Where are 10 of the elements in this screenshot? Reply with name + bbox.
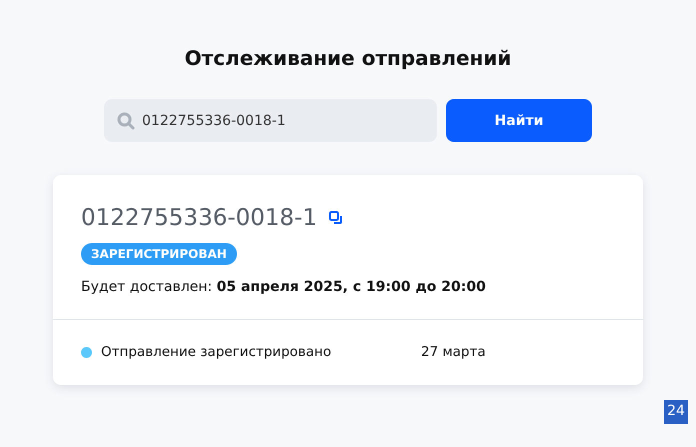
- page-title: Отслеживание отправлений: [184, 45, 512, 72]
- event-date: 27 марта: [421, 344, 486, 360]
- widget-badge[interactable]: 24: [664, 400, 688, 424]
- delivery-text: Будет доставлен: 05 апреля 2025, с 19:00 до 20:00: [81, 279, 486, 295]
- tracking-number: 0122755336-0018-1: [81, 205, 318, 231]
- copy-icon[interactable]: [329, 211, 344, 225]
- status-badge: ЗАРЕГИСТРИРОВАН: [81, 243, 237, 265]
- event-text: Отправление зарегистрировано: [101, 344, 332, 360]
- find-button[interactable]: Найти: [446, 99, 592, 142]
- search-field[interactable]: 0122755336-0018-1: [104, 99, 437, 142]
